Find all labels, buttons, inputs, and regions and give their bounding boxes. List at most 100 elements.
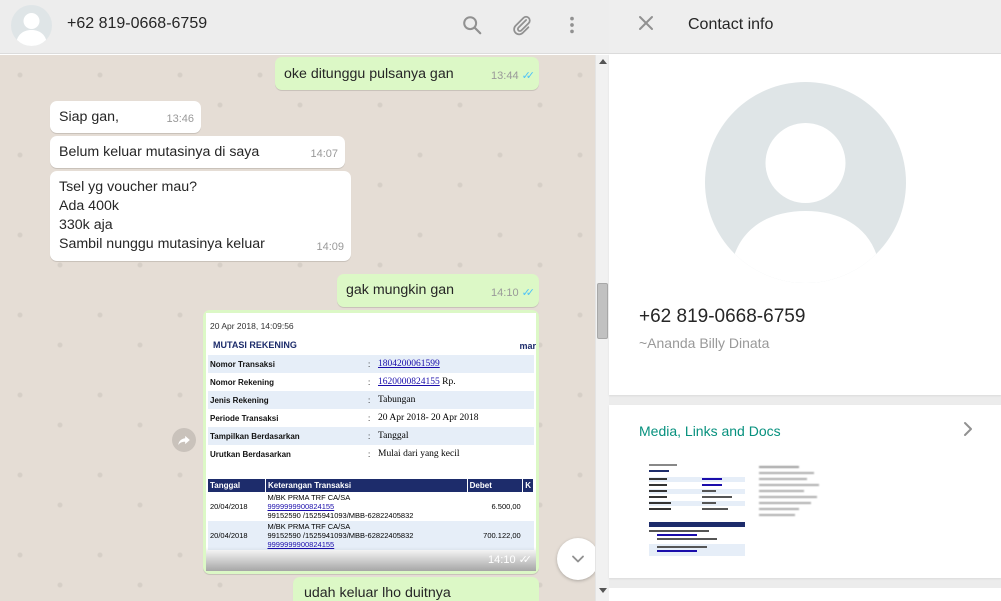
table-header: Keterangan Transaksi <box>265 479 468 492</box>
avatar[interactable] <box>11 5 52 46</box>
message-text: Belum keluar mutasinya di saya <box>59 144 260 160</box>
document-thumbnail-icon <box>755 460 855 560</box>
search-button[interactable] <box>460 13 484 37</box>
table-row: 20/04/2018 M/BK PRMA TRF CA/SA 999999990… <box>208 492 534 521</box>
message-bubble[interactable]: Siap gan, 13:46 <box>50 101 201 133</box>
attach-button[interactable] <box>510 13 534 37</box>
doc-field-colon: : <box>368 377 371 387</box>
doc-brand: mar <box>519 341 536 351</box>
cell-line: 9999999900824155 <box>267 502 465 511</box>
doc-field: Nomor Transaksi : 1804200061599 <box>208 355 534 373</box>
read-ticks-icon: ✓✓ <box>521 287 536 299</box>
message-bubble[interactable]: Tsel yg voucher mau? Ada 400k 330k aja S… <box>50 171 351 261</box>
forward-icon <box>178 435 190 446</box>
table-cell: 20/04/2018 <box>208 521 266 550</box>
next-section <box>609 588 1001 601</box>
doc-link: 9999999900824155 <box>267 502 335 511</box>
message-time: 14:07 <box>310 148 338 160</box>
document-thumbnail-icon <box>647 460 747 560</box>
message-time: 14:09 <box>316 241 344 253</box>
chevron-down-icon <box>572 555 584 563</box>
doc-field: Nomor Rekening : 1620000824155 Rp. <box>208 373 534 391</box>
message-bubble[interactable]: Belum keluar mutasinya di saya 14:07 <box>50 136 345 168</box>
message-text: udah keluar lho duitnya <box>304 585 451 601</box>
media-thumbnail[interactable] <box>647 460 747 560</box>
contact-info-panel: +62 819-0668-6759 ~Ananda Billy Dinata M… <box>609 54 1001 601</box>
contact-info-title: Contact info <box>688 16 774 33</box>
chat-contact-title[interactable]: +62 819-0668-6759 <box>67 15 207 33</box>
media-thumbnail[interactable] <box>755 460 855 560</box>
menu-button[interactable] <box>560 13 584 37</box>
image-message[interactable]: 20 Apr 2018, 14:09:56 MUTASI REKENING ma… <box>203 310 539 574</box>
close-icon <box>639 16 653 30</box>
profile-push-name: ~Ananda Billy Dinata <box>639 335 770 351</box>
doc-field-colon: : <box>368 413 371 423</box>
default-avatar-icon <box>16 13 47 46</box>
doc-field-colon: : <box>368 359 371 369</box>
table-header: K <box>522 479 534 492</box>
message-time: 14:10 ✓✓ <box>491 284 536 303</box>
doc-field: Jenis Rekening : Tabungan <box>208 391 534 409</box>
chat-scrollbar[interactable] <box>595 55 609 601</box>
default-avatar-icon <box>730 123 881 283</box>
chevron-right-icon[interactable] <box>961 419 975 439</box>
scroll-up-arrow-icon[interactable] <box>599 59 607 64</box>
doc-field-colon: : <box>368 395 371 405</box>
read-ticks-icon: ✓✓ <box>521 70 536 82</box>
profile-avatar[interactable] <box>705 82 906 283</box>
doc-info: Nomor Transaksi : 1804200061599 Nomor Re… <box>208 355 534 463</box>
message-time: 14:10 ✓✓ <box>488 553 533 567</box>
doc-date: 20 Apr 2018, 14:09:56 <box>210 321 294 331</box>
table-header-row: Tanggal Keterangan Transaksi Debet K <box>208 479 534 492</box>
doc-field-value: 20 Apr 2018- 20 Apr 2018 <box>378 413 479 423</box>
table-header: Tanggal <box>208 479 266 492</box>
doc-field-value: 1804200061599 <box>378 359 440 369</box>
doc-field-colon: : <box>368 431 371 441</box>
doc-field: Urutkan Berdasarkan : Mulai dari yang ke… <box>208 445 534 463</box>
chat-header: +62 819-0668-6759 <box>0 0 609 54</box>
doc-field-label: Jenis Rekening <box>210 395 269 405</box>
cell-line: M/BK PRMA TRF CA/SA <box>267 493 351 502</box>
table-cell: 20/04/2018 <box>210 502 248 511</box>
doc-field: Tampilkan Berdasarkan : Tanggal <box>208 427 534 445</box>
message-list[interactable]: oke ditunggu pulsanya gan 13:44 ✓✓ Siap g… <box>0 55 595 601</box>
message-bubble[interactable]: oke ditunggu pulsanya gan 13:44 ✓✓ <box>275 57 539 90</box>
transaction-table: Tanggal Keterangan Transaksi Debet K 20/… <box>208 479 534 550</box>
attach-icon <box>513 15 531 36</box>
doc-heading: MUTASI REKENING <box>213 340 297 350</box>
table-cell: M/BK PRMA TRF CA/SA 99152590 /1525941093… <box>265 521 468 550</box>
cell-line: 99152590 /1525941093/MBB-62822405832 <box>267 531 414 540</box>
read-ticks-icon: ✓✓ <box>518 554 533 566</box>
doc-link: 1620000824155 <box>378 377 440 387</box>
media-section[interactable]: Media, Links and Docs <box>609 405 1001 578</box>
message-time: 13:44 ✓✓ <box>491 67 536 86</box>
bank-statement-image[interactable]: 20 Apr 2018, 14:09:56 MUTASI REKENING ma… <box>206 313 536 571</box>
doc-field-label: Urutkan Berdasarkan <box>210 449 291 459</box>
menu-icon <box>570 16 574 34</box>
profile-card: +62 819-0668-6759 ~Ananda Billy Dinata <box>609 54 1001 395</box>
media-links-docs-title[interactable]: Media, Links and Docs <box>639 423 781 439</box>
table-header: Debet <box>467 479 524 492</box>
doc-field: Periode Transaksi : 20 Apr 2018- 20 Apr … <box>208 409 534 427</box>
message-bubble[interactable]: gak mungkin gan 14:10 ✓✓ <box>337 274 539 307</box>
doc-link: 1804200061599 <box>378 359 440 369</box>
forward-button[interactable] <box>172 428 196 452</box>
doc-field-value: Tabungan <box>378 395 416 405</box>
scroll-down-arrow-icon[interactable] <box>599 588 607 593</box>
message-bubble[interactable]: udah keluar lho duitnya <box>293 577 539 601</box>
doc-field-colon: : <box>368 449 371 459</box>
contact-info-header: Contact info <box>609 0 1001 54</box>
search-icon <box>463 16 482 35</box>
message-text: Tsel yg voucher mau? Ada 400k 330k aja S… <box>59 179 265 252</box>
doc-field-label: Nomor Rekening <box>210 377 275 387</box>
scroll-down-button[interactable] <box>557 538 599 580</box>
cell-line: 99152590 /1525941093/MBB-62822405832 <box>267 511 414 520</box>
close-button[interactable] <box>635 12 659 36</box>
cell-line: M/BK PRMA TRF CA/SA <box>267 522 351 531</box>
table-cell: 6.500,00 <box>491 502 521 511</box>
doc-field-value: 1620000824155 Rp. <box>378 377 456 387</box>
table-cell <box>522 521 534 550</box>
doc-field-label: Periode Transaksi <box>210 413 279 423</box>
doc-field-value: Mulai dari yang kecil <box>378 449 460 459</box>
scrollbar-thumb[interactable] <box>597 283 608 339</box>
